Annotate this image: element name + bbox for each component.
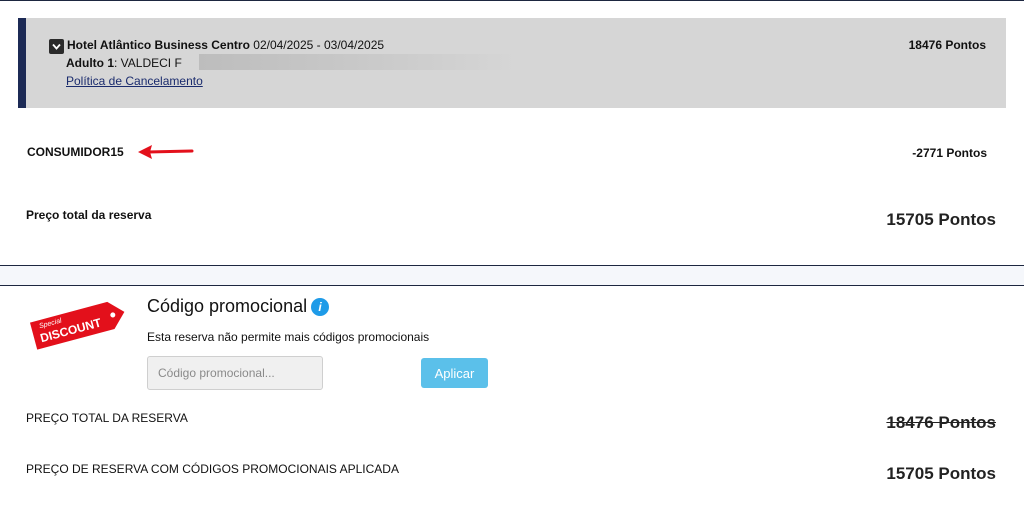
coupon-code: CONSUMIDOR15 <box>27 145 124 159</box>
summary-total-value: 18476 Pontos <box>886 413 996 432</box>
promo-title: Código promocional <box>147 296 308 316</box>
guest-line: Adulto 1: VALDECI F <box>66 56 182 70</box>
booking-points: 18476 Pontos <box>908 38 986 52</box>
redacted-guest-name <box>199 54 517 70</box>
summary-total-label: PREÇO TOTAL DA RESERVA <box>26 411 188 425</box>
guest-label: Adulto 1 <box>66 56 114 70</box>
total-price-value: 15705 Pontos <box>886 210 996 229</box>
cancellation-policy-link[interactable]: Política de Cancelamento <box>66 74 203 88</box>
hotel-name: Hotel Atlântico Business Centro <box>67 38 250 52</box>
top-divider <box>0 0 1024 1</box>
guest-name: : VALDECI F <box>114 56 182 70</box>
hotel-line: Hotel Atlântico Business Centro 02/04/20… <box>67 38 384 52</box>
summary-discounted-value: 15705 Pontos <box>886 464 996 483</box>
promo-note: Esta reserva não permite mais códigos pr… <box>147 330 430 344</box>
discount-tag-icon: Special DISCOUNT <box>29 301 125 350</box>
booking-summary: Hotel Atlântico Business Centro 02/04/20… <box>18 18 1006 108</box>
red-arrow-icon <box>138 145 194 159</box>
summary-discounted-label: PREÇO DE RESERVA COM CÓDIGOS PROMOCIONAI… <box>26 462 399 476</box>
total-price-label: Preço total da reserva <box>26 208 152 222</box>
booking-accent-bar <box>18 18 26 108</box>
info-icon[interactable]: i <box>311 298 329 316</box>
section-divider <box>0 265 1024 286</box>
stay-dates: 02/04/2025 - 03/04/2025 <box>253 38 385 52</box>
coupon-points: -2771 Pontos <box>912 146 987 160</box>
chevron-down-icon[interactable] <box>49 39 64 54</box>
apply-button[interactable]: Aplicar <box>421 358 488 388</box>
promo-code-input[interactable] <box>147 356 323 390</box>
